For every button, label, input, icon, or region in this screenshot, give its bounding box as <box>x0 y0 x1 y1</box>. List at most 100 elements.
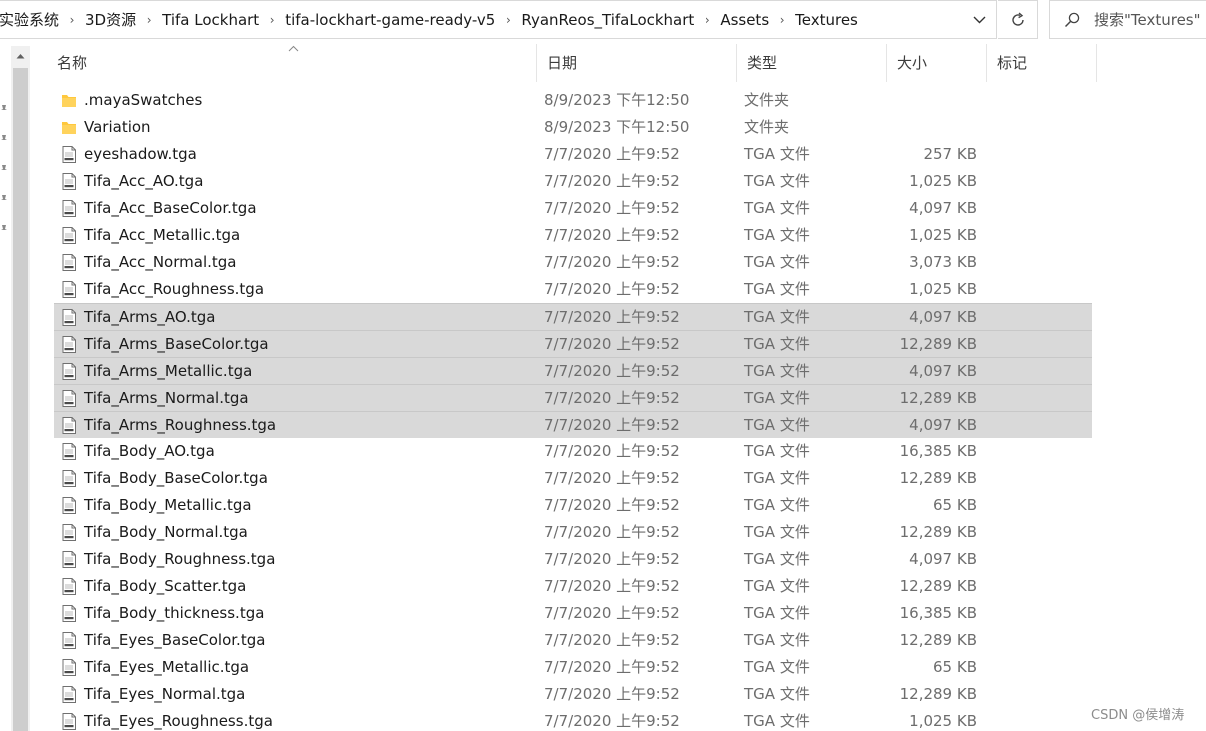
search-box[interactable] <box>1049 0 1206 39</box>
file-row[interactable]: Tifa_Acc_Metallic.tga 7/7/2020 上午9:52 TGA … <box>54 222 1092 249</box>
file-row[interactable]: Tifa_Arms_Metallic.tga 7/7/2020 上午9:52 TGA… <box>54 357 1092 384</box>
file-date: 7/7/2020 上午9:52 <box>544 308 680 326</box>
file-date: 7/7/2020 上午9:52 <box>544 335 680 353</box>
file-row[interactable]: Variation 8/9/2023 下午12:50 文件夹 <box>54 114 1092 141</box>
breadcrumb-separator-icon[interactable]: › <box>259 13 285 27</box>
file-name: Tifa_Acc_AO.tga <box>84 172 204 190</box>
breadcrumb-separator-icon[interactable]: › <box>694 13 720 27</box>
tga-file-icon <box>61 254 77 271</box>
breadcrumb-separator-icon[interactable]: › <box>495 13 521 27</box>
search-input[interactable] <box>1094 10 1206 29</box>
file-row[interactable]: Tifa_Acc_Normal.tga 7/7/2020 上午9:52 TGA 文件… <box>54 249 1092 276</box>
tga-file-icon <box>61 363 77 380</box>
address-history-dropdown[interactable] <box>962 1 996 38</box>
breadcrumb-item[interactable]: tifa-lockhart-game-ready-v5 <box>285 11 495 29</box>
pin-icon <box>1 165 7 174</box>
file-date: 7/7/2020 上午9:52 <box>544 199 680 217</box>
file-row[interactable]: Tifa_Body_Roughness.tga 7/7/2020 上午9:52 TG… <box>54 546 1092 573</box>
search-icon <box>1050 12 1094 28</box>
file-date: 7/7/2020 上午9:52 <box>544 226 680 244</box>
scrollbar-thumb[interactable] <box>13 68 28 731</box>
file-row[interactable]: Tifa_Body_Normal.tga 7/7/2020 上午9:52 TGA 文… <box>54 519 1092 546</box>
file-size: 65 KB <box>933 658 977 676</box>
file-row[interactable]: Tifa_Body_Scatter.tga 7/7/2020 上午9:52 TGA … <box>54 573 1092 600</box>
refresh-icon <box>1011 11 1024 26</box>
column-header-label: 标记 <box>997 54 1028 72</box>
breadcrumb-separator-icon[interactable]: › <box>769 13 795 27</box>
file-name: Tifa_Arms_BaseColor.tga <box>84 335 269 353</box>
file-row[interactable]: Tifa_Body_Metallic.tga 7/7/2020 上午9:52 TGA… <box>54 492 1092 519</box>
file-name: Tifa_Arms_Metallic.tga <box>84 362 253 380</box>
pin-icon <box>1 195 7 204</box>
file-row[interactable]: Tifa_Arms_BaseColor.tga 7/7/2020 上午9:52 TG… <box>54 330 1092 357</box>
file-type: TGA 文件 <box>744 253 810 271</box>
file-name: Tifa_Acc_Normal.tga <box>84 253 237 271</box>
file-date: 7/7/2020 上午9:52 <box>544 280 680 298</box>
column-header-date[interactable]: 日期 <box>537 44 737 82</box>
file-type: TGA 文件 <box>744 577 810 595</box>
file-row[interactable]: Tifa_Arms_AO.tga 7/7/2020 上午9:52 TGA 文件 4,0… <box>54 303 1092 330</box>
file-row[interactable]: Tifa_Eyes_Roughness.tga 7/7/2020 上午9:52 TG… <box>54 708 1092 731</box>
breadcrumb-separator-icon[interactable]: › <box>136 13 162 27</box>
file-type: TGA 文件 <box>744 308 810 326</box>
file-date: 8/9/2023 下午12:50 <box>544 91 690 109</box>
breadcrumb-item[interactable]: Tifa Lockhart <box>162 11 259 29</box>
file-size: 3,073 KB <box>909 253 977 271</box>
file-row[interactable]: Tifa_Arms_Roughness.tga 7/7/2020 上午9:52 TG… <box>54 411 1092 438</box>
file-size: 4,097 KB <box>909 416 977 434</box>
file-row[interactable]: Tifa_Arms_Normal.tga 7/7/2020 上午9:52 TGA 文… <box>54 384 1092 411</box>
tga-file-icon <box>61 686 77 703</box>
tga-file-icon <box>61 632 77 649</box>
file-row[interactable]: Tifa_Acc_Roughness.tga 7/7/2020 上午9:52 TGA… <box>54 276 1092 303</box>
breadcrumb-item[interactable]: RyanReos_TifaLockhart <box>521 11 694 29</box>
breadcrumb-item[interactable]: 实验系统 <box>0 9 59 30</box>
file-date: 7/7/2020 上午9:52 <box>544 469 680 487</box>
file-row[interactable]: .mayaSwatches 8/9/2023 下午12:50 文件夹 <box>54 87 1092 114</box>
column-header-size[interactable]: 大小 <box>887 44 987 82</box>
breadcrumb-item[interactable]: Assets <box>720 11 769 29</box>
tga-file-icon <box>61 417 77 434</box>
file-size: 16,385 KB <box>899 442 977 460</box>
tga-file-icon <box>61 173 77 190</box>
folder-icon <box>61 119 77 136</box>
tga-file-icon <box>61 146 77 163</box>
file-type: TGA 文件 <box>744 523 810 541</box>
file-row[interactable]: Tifa_Eyes_BaseColor.tga 7/7/2020 上午9:52 TG… <box>54 627 1092 654</box>
file-size: 12,289 KB <box>899 469 977 487</box>
file-size: 4,097 KB <box>909 199 977 217</box>
file-type: TGA 文件 <box>744 172 810 190</box>
breadcrumb: 实验系统 › 3D资源 › Tifa Lockhart › tifa-lockhart-ga… <box>0 1 858 38</box>
pin-icon <box>1 105 7 114</box>
file-name: Tifa_Body_Roughness.tga <box>84 550 276 568</box>
tga-file-icon <box>61 390 77 407</box>
file-row[interactable]: eyeshadow.tga 7/7/2020 上午9:52 TGA 文件 257 KB <box>54 141 1092 168</box>
breadcrumb-item[interactable]: Textures <box>795 11 858 29</box>
scroll-up-button[interactable] <box>11 46 30 66</box>
file-date: 7/7/2020 上午9:52 <box>544 389 680 407</box>
tga-file-icon <box>61 200 77 217</box>
file-size: 1,025 KB <box>909 226 977 244</box>
file-type: 文件夹 <box>744 91 790 109</box>
column-header-type[interactable]: 类型 <box>737 44 887 82</box>
navigation-scrollbar[interactable] <box>11 46 30 731</box>
file-date: 7/7/2020 上午9:52 <box>544 604 680 622</box>
file-row[interactable]: Tifa_Acc_AO.tga 7/7/2020 上午9:52 TGA 文件 1,02… <box>54 168 1092 195</box>
address-bar[interactable]: 实验系统 › 3D资源 › Tifa Lockhart › tifa-lockhart-ga… <box>0 0 997 39</box>
refresh-button[interactable] <box>998 0 1038 39</box>
file-row[interactable]: Tifa_Eyes_Normal.tga 7/7/2020 上午9:52 TGA 文… <box>54 681 1092 708</box>
breadcrumb-separator-icon[interactable]: › <box>59 13 85 27</box>
file-row[interactable]: Tifa_Body_AO.tga 7/7/2020 上午9:52 TGA 文件 16,… <box>54 438 1092 465</box>
column-header-label: 大小 <box>897 54 928 72</box>
tga-file-icon <box>61 524 77 541</box>
file-row[interactable]: Tifa_Eyes_Metallic.tga 7/7/2020 上午9:52 TGA… <box>54 654 1092 681</box>
file-date: 7/7/2020 上午9:52 <box>544 172 680 190</box>
file-row[interactable]: Tifa_Body_thickness.tga 7/7/2020 上午9:52 TG… <box>54 600 1092 627</box>
file-type: TGA 文件 <box>744 442 810 460</box>
file-row[interactable]: Tifa_Acc_BaseColor.tga 7/7/2020 上午9:52 TGA… <box>54 195 1092 222</box>
file-size: 12,289 KB <box>899 631 977 649</box>
file-row[interactable]: Tifa_Body_BaseColor.tga 7/7/2020 上午9:52 TG… <box>54 465 1092 492</box>
file-size: 1,025 KB <box>909 280 977 298</box>
breadcrumb-item[interactable]: 3D资源 <box>85 9 136 30</box>
file-size: 12,289 KB <box>899 335 977 353</box>
column-header-tags[interactable]: 标记 <box>987 44 1097 82</box>
